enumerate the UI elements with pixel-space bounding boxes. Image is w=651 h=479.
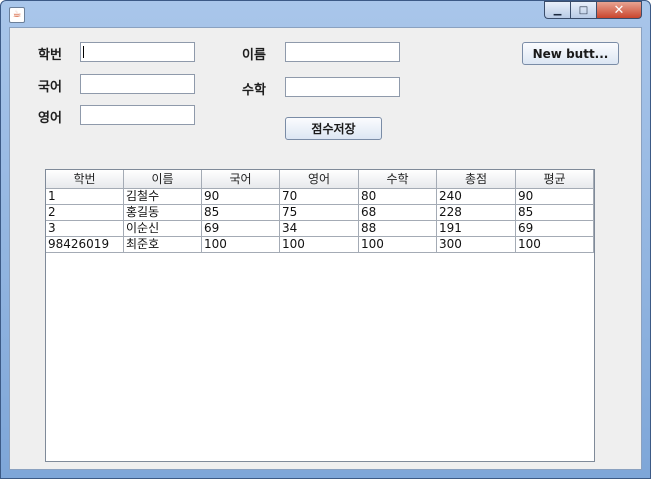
cell-average[interactable]: 100: [516, 237, 594, 253]
cell-student-id[interactable]: 2: [46, 205, 124, 221]
math-label: 수학: [242, 83, 266, 98]
window-controls: ▁ □ ✕: [544, 1, 642, 21]
cell-student-id[interactable]: 1: [46, 189, 124, 205]
student-id-field[interactable]: [80, 42, 195, 62]
column-header-korean[interactable]: 국어: [202, 170, 280, 189]
cell-english[interactable]: 75: [280, 205, 359, 221]
cell-math[interactable]: 100: [359, 237, 437, 253]
name-field[interactable]: [285, 42, 400, 62]
english-score-field[interactable]: [80, 105, 195, 125]
close-button[interactable]: ✕: [596, 1, 642, 19]
cell-math[interactable]: 80: [359, 189, 437, 205]
save-scores-button[interactable]: 점수저장: [285, 117, 382, 140]
cell-total[interactable]: 300: [437, 237, 516, 253]
cell-average[interactable]: 69: [516, 221, 594, 237]
name-label: 이름: [242, 48, 266, 63]
korean-score-field[interactable]: [80, 74, 195, 94]
column-header-student-id[interactable]: 학번: [46, 170, 124, 189]
column-header-english[interactable]: 영어: [280, 170, 359, 189]
column-header-name[interactable]: 이름: [124, 170, 202, 189]
scores-table[interactable]: 학번 이름 국어 영어 수학 총점 평균 1 김철수 90 70 80 240 …: [45, 169, 595, 462]
math-score-field[interactable]: [285, 77, 400, 97]
cell-average[interactable]: 90: [516, 189, 594, 205]
cell-korean[interactable]: 85: [202, 205, 280, 221]
maximize-button[interactable]: □: [570, 1, 596, 19]
cell-name[interactable]: 최준호: [124, 237, 202, 253]
cell-average[interactable]: 85: [516, 205, 594, 221]
app-window: ☕ ▁ □ ✕ 학번 이름 New butt... 국어 수학 영어 점수저장 …: [0, 0, 651, 479]
cell-math[interactable]: 88: [359, 221, 437, 237]
cell-total[interactable]: 191: [437, 221, 516, 237]
minimize-button[interactable]: ▁: [544, 1, 570, 19]
cell-total[interactable]: 228: [437, 205, 516, 221]
cell-student-id[interactable]: 3: [46, 221, 124, 237]
column-header-total[interactable]: 총점: [437, 170, 516, 189]
cell-english[interactable]: 70: [280, 189, 359, 205]
cell-student-id[interactable]: 98426019: [46, 237, 124, 253]
cell-english[interactable]: 34: [280, 221, 359, 237]
table-row[interactable]: 3 이순신 69 34 88 191 69: [46, 221, 594, 237]
cell-korean[interactable]: 90: [202, 189, 280, 205]
cell-korean[interactable]: 100: [202, 237, 280, 253]
table-header: 학번 이름 국어 영어 수학 총점 평균: [46, 170, 594, 189]
java-app-icon: ☕: [9, 7, 25, 23]
content-panel: 학번 이름 New butt... 국어 수학 영어 점수저장 학번 이름 국어…: [9, 27, 642, 470]
table-row[interactable]: 98426019 최준호 100 100 100 300 100: [46, 237, 594, 253]
cell-total[interactable]: 240: [437, 189, 516, 205]
text-caret: [83, 46, 84, 58]
korean-label: 국어: [38, 80, 62, 95]
cell-korean[interactable]: 69: [202, 221, 280, 237]
english-label: 영어: [38, 111, 62, 126]
cell-name[interactable]: 이순신: [124, 221, 202, 237]
new-button[interactable]: New butt...: [522, 42, 619, 65]
cell-name[interactable]: 김철수: [124, 189, 202, 205]
title-bar[interactable]: ☕ ▁ □ ✕: [1, 1, 650, 27]
cell-math[interactable]: 68: [359, 205, 437, 221]
cell-name[interactable]: 홍길동: [124, 205, 202, 221]
column-header-average[interactable]: 평균: [516, 170, 594, 189]
table-row[interactable]: 1 김철수 90 70 80 240 90: [46, 189, 594, 205]
table-row[interactable]: 2 홍길동 85 75 68 228 85: [46, 205, 594, 221]
cell-english[interactable]: 100: [280, 237, 359, 253]
student-id-label: 학번: [38, 48, 62, 63]
column-header-math[interactable]: 수학: [359, 170, 437, 189]
